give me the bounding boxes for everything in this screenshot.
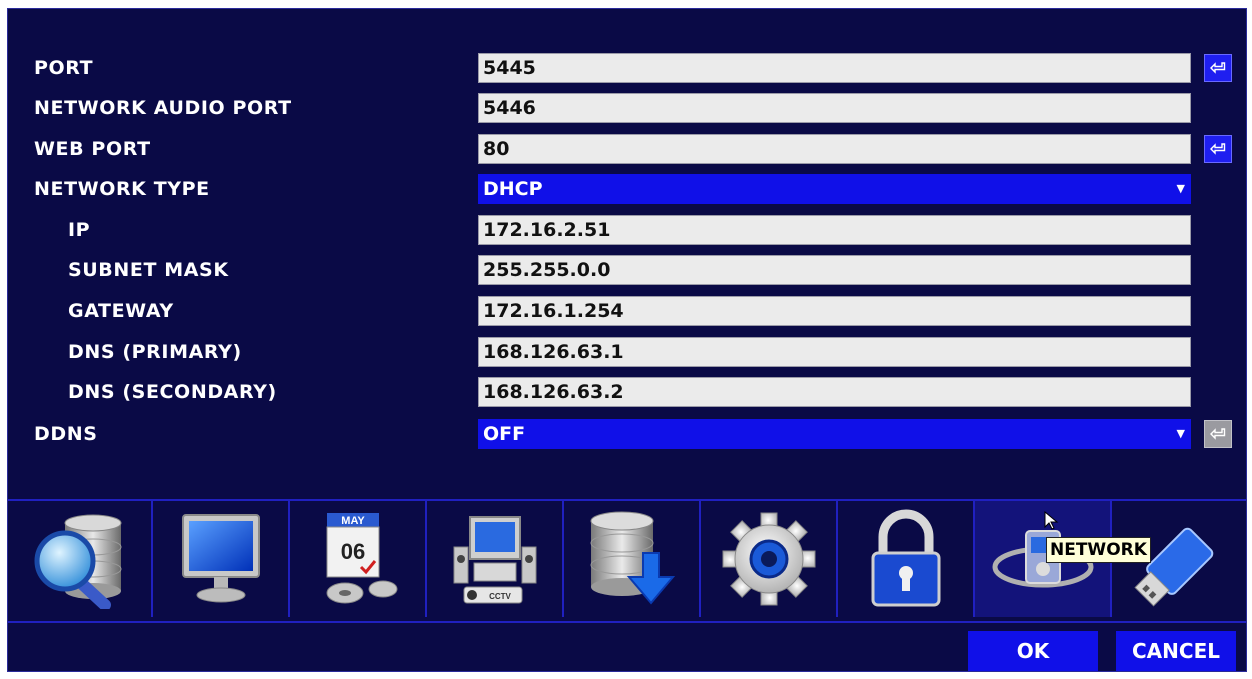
menu-item-security[interactable] (838, 501, 975, 617)
network-type-select[interactable]: DHCP ▼ (478, 174, 1191, 204)
calendar-day-text: 06 (340, 539, 364, 564)
dns-primary-label: DNS (PRIMARY) (68, 341, 242, 363)
web-port-field[interactable] (478, 134, 1191, 164)
ddns-value: OFF (483, 423, 526, 445)
database-backup-icon (590, 511, 675, 605)
ddns-select[interactable]: OFF ▼ (478, 419, 1191, 449)
port-enter-button[interactable] (1204, 54, 1232, 82)
padlock-icon (871, 509, 940, 607)
gateway-field[interactable] (478, 296, 1191, 326)
dvr-device-label: CCTV (489, 592, 511, 601)
enter-key-icon (1210, 62, 1226, 74)
network-type-label: NETWORK TYPE (34, 178, 210, 200)
mouse-cursor-icon (1044, 511, 1059, 530)
menu-item-devices[interactable]: CCTV (427, 501, 564, 617)
subnet-mask-field[interactable] (478, 255, 1191, 285)
network-audio-port-label: NETWORK AUDIO PORT (34, 97, 292, 119)
ddns-enter-button (1204, 420, 1232, 448)
ip-field[interactable] (478, 215, 1191, 245)
dropdown-arrow-icon: ▼ (1176, 427, 1185, 440)
port-label: PORT (34, 57, 94, 79)
enter-key-icon (1210, 428, 1226, 440)
menu-item-backup[interactable] (564, 501, 701, 617)
calendar-schedule-icon: MAY 06 (326, 513, 397, 604)
ok-button[interactable]: OK (968, 631, 1098, 671)
menu-item-schedule[interactable]: MAY 06 (290, 501, 427, 617)
dns-secondary-field[interactable] (478, 377, 1191, 407)
network-type-value: DHCP (483, 178, 543, 200)
web-port-label: WEB PORT (34, 138, 151, 160)
monitor-icon (181, 514, 260, 603)
ddns-label: DDNS (34, 423, 98, 445)
cancel-button[interactable]: CANCEL (1116, 631, 1236, 671)
calendar-month-text: MAY (341, 515, 365, 527)
subnet-mask-label: SUBNET MASK (68, 259, 229, 281)
ip-label: IP (68, 219, 91, 241)
menu-item-display[interactable] (153, 501, 290, 617)
network-audio-port-field[interactable] (478, 93, 1191, 123)
network-settings-screen: PORT NETWORK AUDIO PORT WEB PORT NETWORK… (7, 8, 1247, 672)
dvr-system-icon: CCTV (453, 516, 536, 604)
dns-primary-field[interactable] (478, 337, 1191, 367)
menu-item-search[interactable] (8, 501, 153, 617)
dns-secondary-label: DNS (SECONDARY) (68, 381, 277, 403)
network-tooltip: NETWORK (1046, 537, 1151, 563)
gateway-label: GATEWAY (68, 300, 174, 322)
database-search-icon (34, 514, 121, 609)
menu-item-setup[interactable] (701, 501, 838, 617)
dropdown-arrow-icon: ▼ (1176, 182, 1185, 195)
port-field[interactable] (478, 53, 1191, 83)
gear-icon (722, 512, 815, 606)
enter-key-icon (1210, 143, 1226, 155)
web-port-enter-button[interactable] (1204, 135, 1232, 163)
